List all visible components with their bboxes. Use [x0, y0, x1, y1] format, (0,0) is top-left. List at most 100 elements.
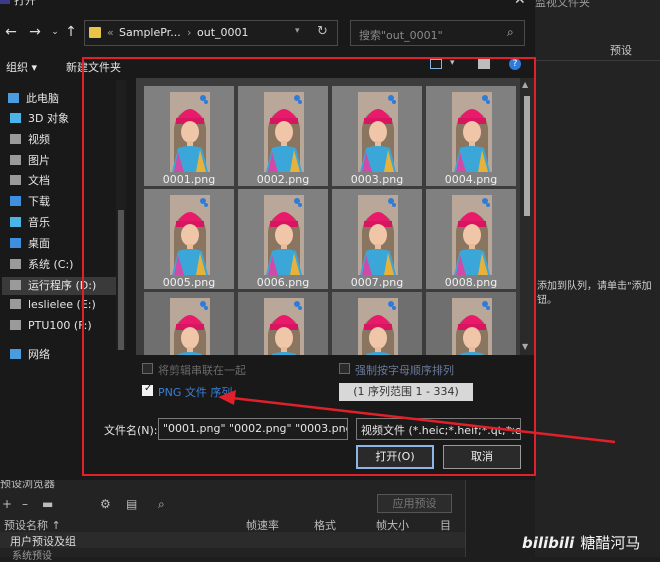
file-grid-scrollbar[interactable]: ▲ ▼ [520, 78, 534, 355]
file-tile[interactable]: 0005.png [144, 189, 234, 289]
preview-pane-icon[interactable] [478, 59, 490, 69]
sidebar-scroll-thumb[interactable] [118, 210, 124, 350]
search-icon[interactable]: ⌕ [158, 497, 165, 512]
network-icon [10, 349, 21, 359]
chevron-down-icon: ⌄ [508, 423, 516, 433]
import-options: 将剪辑串联在一起 强制按字母顺序排列 PNG 文件 序列 (1 序列范围 1 -… [140, 360, 520, 410]
sidebar-item[interactable]: 图片 [10, 152, 50, 170]
sidebar-item[interactable]: 桌面 [10, 235, 50, 253]
watch-folder-panel: 监视文件夹 预设 添加到队列，请单击"添加 钮。 [535, 0, 660, 557]
preset-column-header: 预设 [610, 44, 632, 57]
sidebar-item-label: 文档 [28, 174, 50, 187]
file-tile[interactable]: 0008.png [426, 189, 516, 289]
sidebar-item[interactable]: 文档 [10, 172, 50, 190]
alpha-order-checkbox[interactable] [339, 363, 350, 374]
sidebar-item[interactable]: 运行程序 (D:) [2, 277, 122, 295]
breadcrumb-item[interactable]: out_0001 [197, 26, 249, 39]
sidebar-item-label: 音乐 [28, 216, 50, 229]
drive-icon [10, 320, 21, 330]
file-tile[interactable]: 0001.png [144, 86, 234, 186]
search-input[interactable]: 搜索"out_0001" ⌕ [350, 20, 525, 46]
add-icon[interactable]: + [2, 497, 12, 511]
sidebar-item[interactable]: 系统 (C:) [10, 256, 73, 274]
file-tile[interactable]: 0002.png [238, 86, 328, 186]
sidebar-item[interactable]: 网络 [10, 346, 50, 364]
navigation-pane: 此电脑 3D 对象视频图片文档下载音乐桌面系统 (C:) 运行程序 (D:) lesl… [0, 80, 130, 365]
column-header[interactable]: 帧速率 [246, 517, 279, 533]
back-arrow-icon[interactable]: ← [2, 22, 20, 42]
scroll-thumb[interactable] [524, 96, 530, 216]
column-header[interactable]: 预设名称 ↑ [4, 517, 61, 533]
drive-icon [10, 299, 21, 309]
breadcrumb-item[interactable]: SamplePr... [119, 26, 181, 39]
file-tile[interactable] [144, 292, 234, 355]
address-dropdown-icon[interactable]: ▾ [295, 26, 300, 36]
file-tile[interactable]: 0006.png [238, 189, 328, 289]
table-row[interactable]: 用户预设及组 [0, 532, 465, 548]
app-icon [0, 0, 10, 4]
import-icon[interactable]: ▤ [126, 497, 137, 511]
divider [465, 470, 466, 557]
file-grid: 0001.png 0002.png 0003.png 0004.png 0005… [136, 78, 520, 355]
join-clips-checkbox[interactable] [142, 363, 153, 374]
file-tile[interactable] [332, 292, 422, 355]
file-tile[interactable]: 0004.png [426, 86, 516, 186]
file-tile[interactable] [426, 292, 516, 355]
table-row[interactable]: 系统预设 [12, 547, 52, 562]
preset-table-header: 预设名称 ↑ 帧速率 格式 帧大小 目 [0, 515, 465, 533]
sidebar-item[interactable]: 下载 [10, 193, 50, 211]
scroll-up-icon[interactable]: ▲ [522, 80, 528, 89]
sidebar-item[interactable]: 3D 对象 [10, 110, 69, 128]
forward-arrow-icon[interactable]: → [26, 22, 44, 42]
column-header[interactable]: 目 [440, 517, 451, 533]
sidebar-item[interactable]: leslielee (E:) [10, 298, 96, 316]
sidebar-item-label: 图片 [28, 154, 50, 167]
organize-button[interactable]: 组织 ▾ [6, 59, 37, 75]
dialog-toolbar: 组织 ▾ 新建文件夹 ▾ ? [0, 52, 535, 78]
sidebar-item[interactable]: PTU100 (F:) [10, 319, 92, 337]
scroll-down-icon[interactable]: ▼ [522, 342, 528, 351]
apply-preset-button[interactable]: 应用预设 [377, 494, 452, 513]
settings-icon[interactable]: ⚙ [100, 497, 111, 511]
sidebar-item[interactable]: 视频 [10, 131, 50, 149]
column-header[interactable]: 格式 [314, 517, 336, 533]
new-folder-button[interactable]: 新建文件夹 [66, 59, 121, 75]
column-header[interactable]: 帧大小 [376, 517, 409, 533]
address-bar[interactable]: « SamplePr... › out_0001 ▾ ↻ [84, 20, 338, 46]
filename-input[interactable]: "0001.png" "0002.png" "0003.png" [158, 418, 348, 440]
file-tile[interactable] [238, 292, 328, 355]
overflow-chevron-icon[interactable]: « [107, 26, 114, 39]
png-sequence-label: PNG 文件 序列 [158, 386, 233, 399]
refresh-icon[interactable]: ↻ [317, 24, 328, 39]
file-name: 0003.png [350, 173, 404, 186]
breadcrumb-separator-icon[interactable]: › [187, 26, 191, 39]
open-button[interactable]: 打开(O) [356, 445, 434, 469]
video-icon [10, 134, 21, 144]
remove-icon[interactable]: – [22, 497, 28, 511]
download-icon [10, 196, 21, 206]
filename-row: 文件名(N): "0001.png" "0002.png" "0003.png"… [0, 416, 535, 442]
thumbnail-image [264, 298, 304, 355]
open-file-dialog: 打开 ✕ ← → ⌄ ↑ « SamplePr... › out_0001 ▾ … [0, 0, 535, 480]
file-tile[interactable]: 0003.png [332, 86, 422, 186]
sidebar-item-label: PTU100 (F:) [28, 319, 92, 332]
dialog-title: 打开 [14, 0, 36, 7]
filename-label: 文件名(N): [104, 424, 158, 437]
close-icon[interactable]: ✕ [514, 0, 526, 8]
view-mode-icon[interactable] [430, 59, 442, 69]
view-dropdown-icon[interactable]: ▾ [450, 58, 455, 68]
png-sequence-checkbox[interactable] [142, 383, 153, 396]
cube-icon [10, 113, 21, 123]
cancel-button[interactable]: 取消 [443, 445, 521, 469]
computer-icon [8, 93, 19, 103]
sidebar-item[interactable]: 此电脑 [8, 90, 59, 108]
up-arrow-icon[interactable]: ↑ [62, 22, 80, 42]
help-icon[interactable]: ? [509, 58, 521, 70]
sidebar-item-label: leslielee (E:) [28, 298, 96, 311]
sidebar-item[interactable]: 音乐 [10, 214, 50, 232]
folder-icon[interactable]: ▬ [42, 497, 53, 511]
watermark: bilibili 糖醋河马 [522, 532, 640, 553]
filetype-select[interactable]: 视频文件 (*.heic;*.heif;*.qt;*.ep ⌄ [356, 418, 521, 440]
thumbnail-image [452, 92, 492, 172]
file-tile[interactable]: 0007.png [332, 189, 422, 289]
